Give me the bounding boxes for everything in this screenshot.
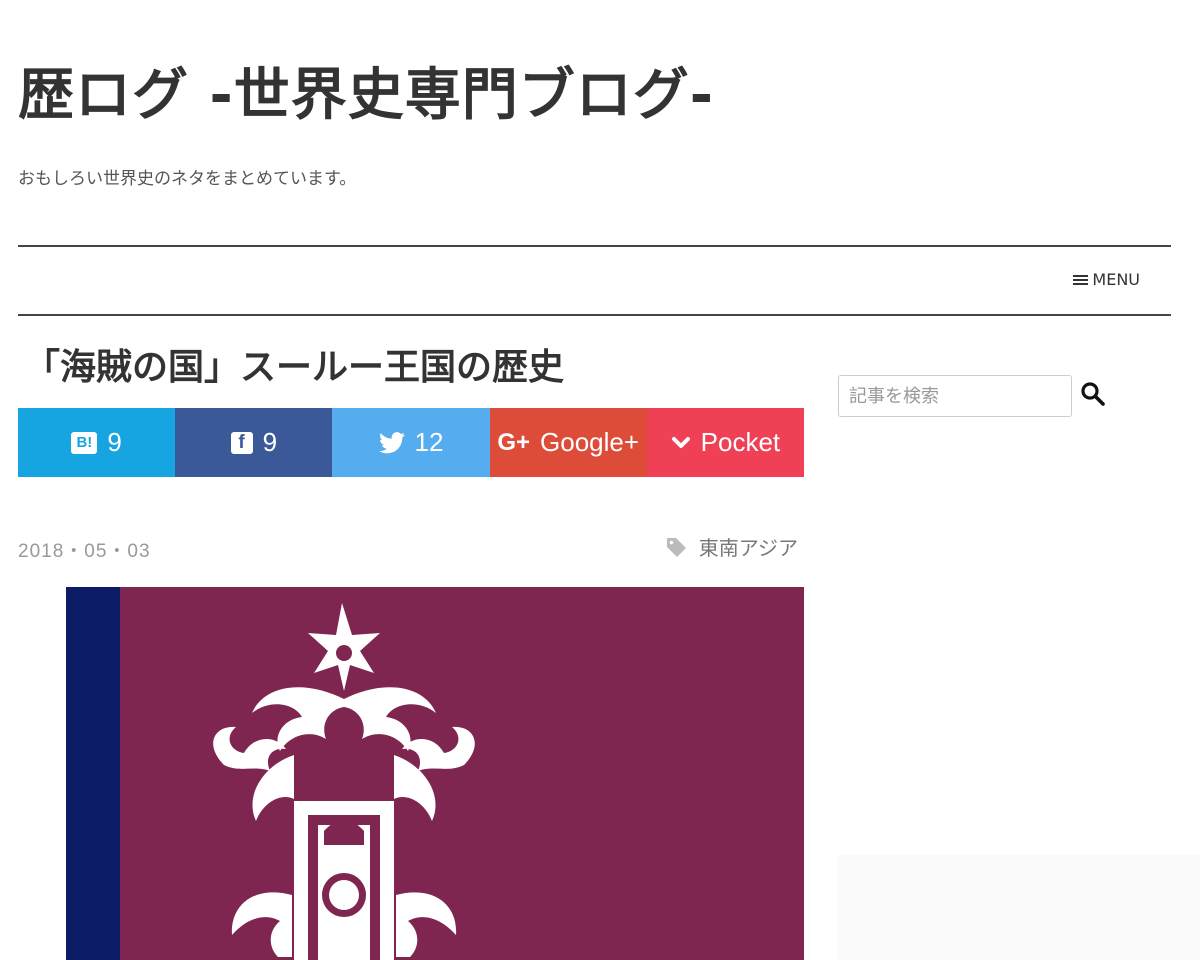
twitter-share-count: 12 [414,427,444,457]
pocket-label: Pocket [700,427,781,457]
post-date: 2018・05・03 [18,541,151,562]
hatena-share-button[interactable]: B! 9 [18,408,176,477]
twitter-bird-icon [378,431,405,453]
sidebar-widget-placeholder [838,855,1200,960]
post-tag[interactable]: 東南アジア [665,532,798,561]
facebook-icon: f [230,431,253,454]
pocket-share-button[interactable]: Pocket [646,408,805,477]
menu-label: MENU [1092,270,1140,289]
search-icon [1081,382,1105,406]
post-tag-label: 東南アジア [698,536,798,560]
google-plus-share-button[interactable]: G+ Google+ [489,408,647,477]
search-input[interactable] [838,375,1072,417]
sulu-emblem-icon [213,603,475,960]
search-button[interactable] [1080,381,1106,411]
post-eyecatch-image [66,587,804,960]
site-title[interactable]: 歴ログ -世界史専門ブログ- [18,50,714,131]
hamburger-icon [1073,273,1089,287]
chevron-down-icon [671,436,690,448]
share-bar: B! 9 f 9 12 G+ Google+ Pocket [18,408,805,477]
flag-navy-band [66,587,120,960]
hatena-bookmark-icon: B! [71,431,98,454]
twitter-share-button[interactable]: 12 [332,408,490,477]
hatena-share-count: 9 [107,427,122,457]
tag-icon [666,537,686,557]
site-description: おもしろい世界史のネタをまとめています。 [18,169,357,189]
nav-divider-top [18,245,1171,247]
google-plus-icon: G+ [497,428,531,456]
facebook-share-count: 9 [262,427,278,457]
google-plus-label: Google+ [540,427,640,457]
post-title: 「海賊の国」スールー王国の歴史 [24,347,565,388]
nav-divider-bottom [18,314,1171,316]
menu-button[interactable]: MENU [1073,270,1140,289]
facebook-share-button[interactable]: f 9 [175,408,333,477]
